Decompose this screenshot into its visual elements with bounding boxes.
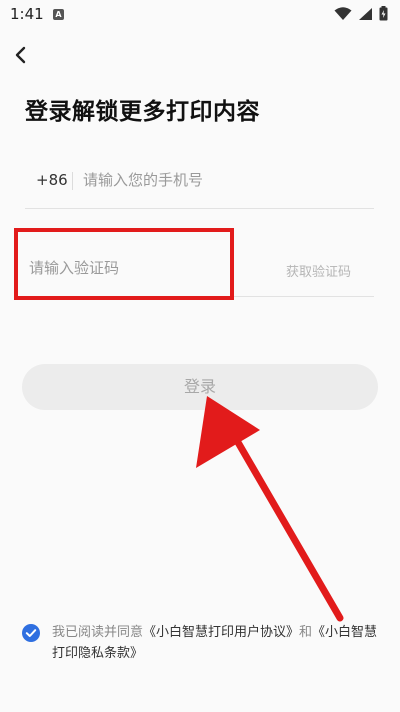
signal-icon [359, 7, 372, 20]
country-code[interactable]: +86 [36, 171, 68, 189]
status-bar: 1:41 A [0, 0, 400, 30]
login-button[interactable]: 登录 [22, 364, 378, 410]
checkbox-checked-icon[interactable] [22, 624, 40, 642]
agreement-text: 我已阅读并同意《小白智慧打印用户协议》和《小白智慧打印隐私条款》 [52, 622, 382, 664]
agreement-and: 和 [299, 625, 313, 640]
agreement-prefix: 我已阅读并同意 [52, 625, 144, 640]
a-icon: A [53, 9, 64, 20]
wifi-icon [334, 6, 352, 20]
highlight-box [14, 228, 234, 300]
chevron-left-icon [15, 46, 26, 64]
user-agreement-link[interactable]: 《小白智慧打印用户协议》 [143, 625, 299, 640]
phone-row: +86 [25, 150, 374, 209]
back-button[interactable] [10, 44, 32, 66]
battery-icon [379, 6, 388, 21]
page-title: 登录解锁更多打印内容 [25, 99, 260, 125]
status-icons [334, 6, 388, 21]
divider [72, 172, 73, 190]
get-code-button[interactable]: 获取验证码 [286, 261, 351, 280]
status-time: 1:41 [10, 5, 44, 23]
phone-input[interactable] [83, 166, 363, 194]
